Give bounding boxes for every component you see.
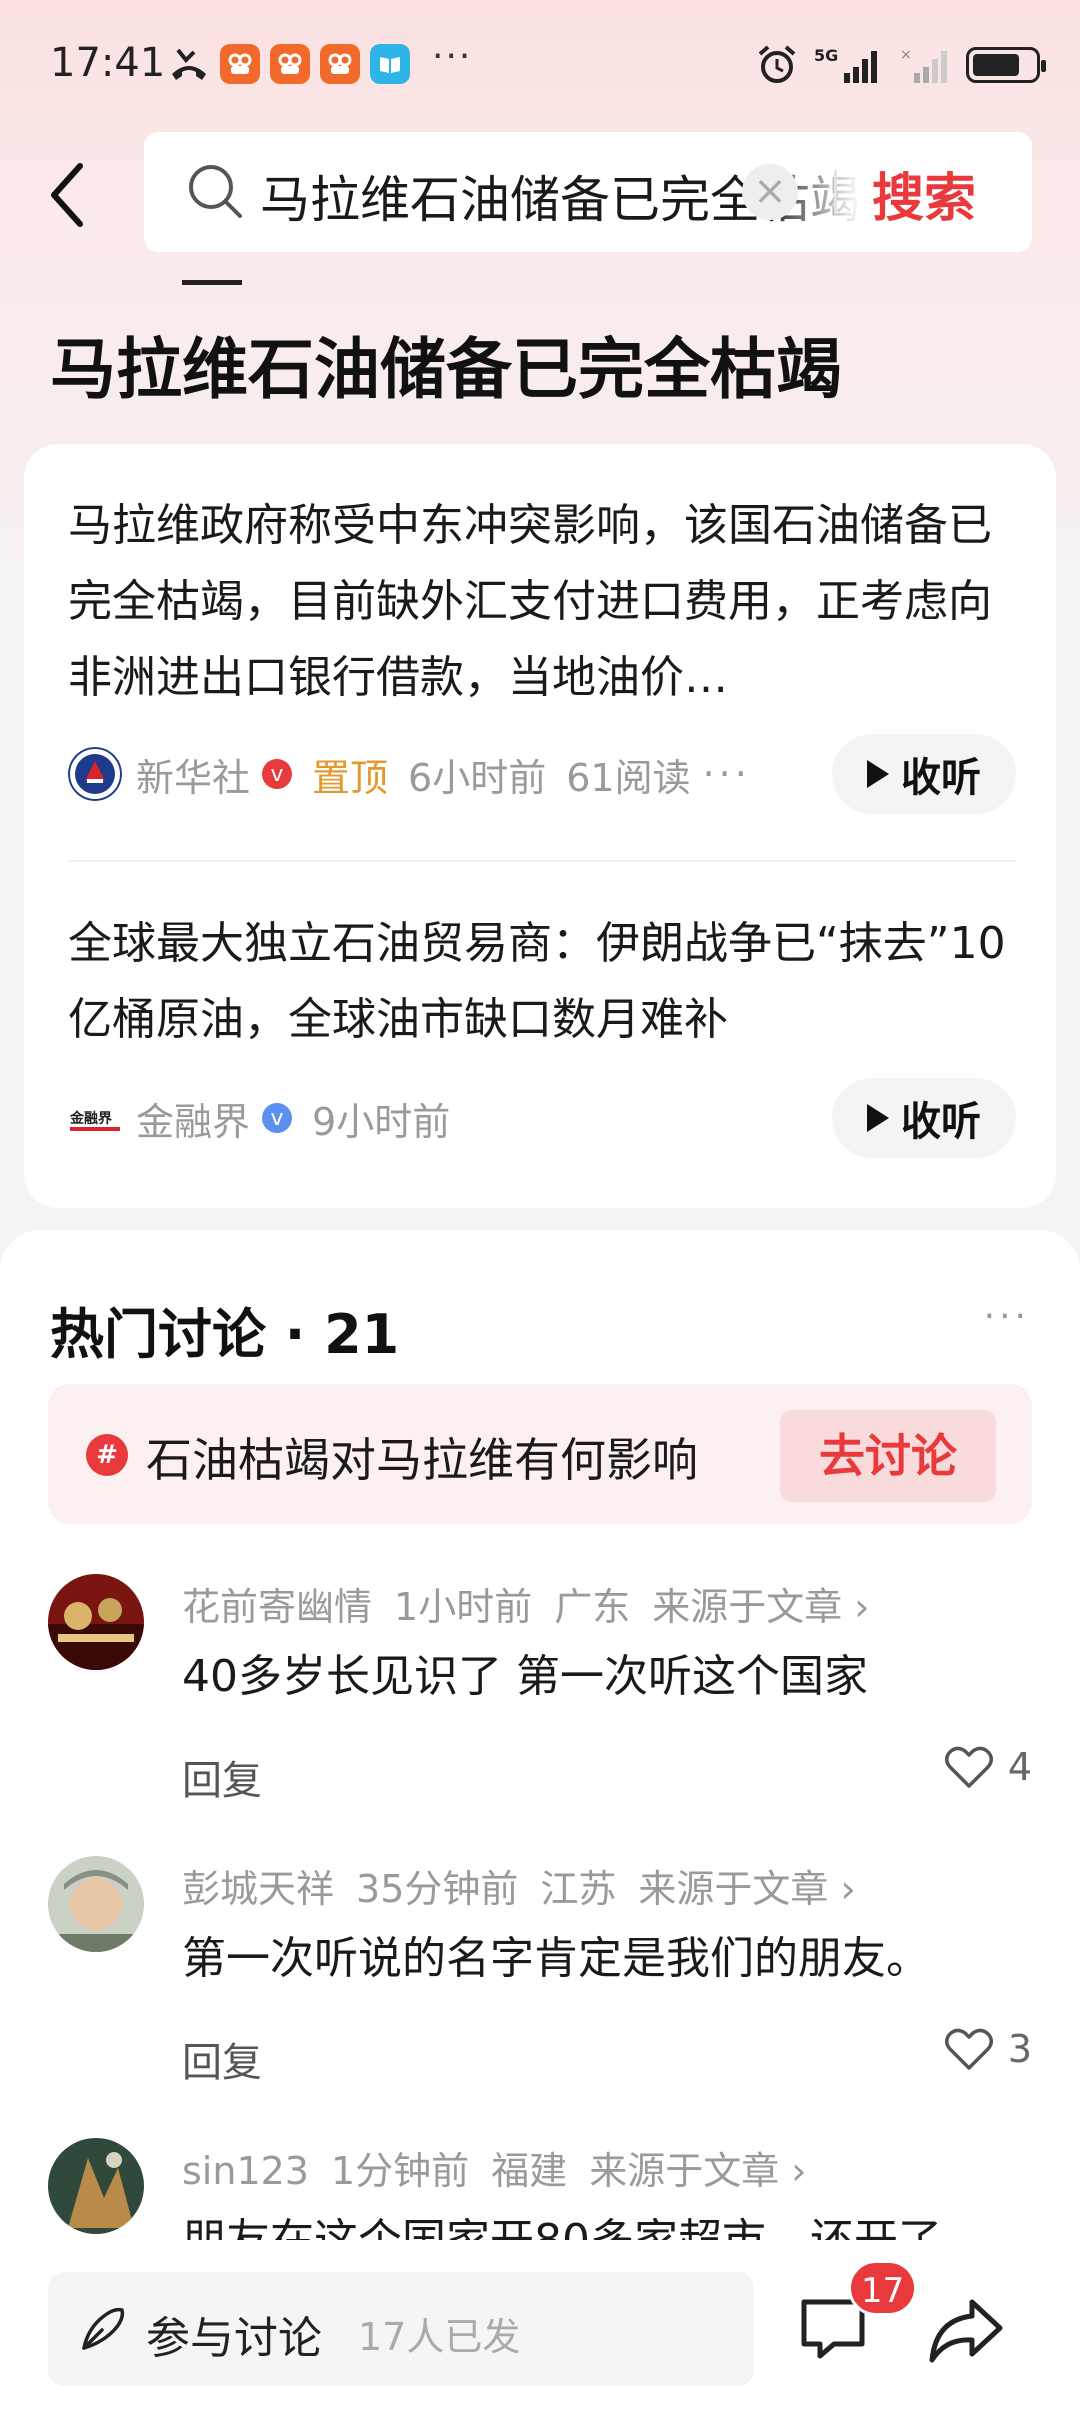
reply-button[interactable]: 回复 <box>182 2030 262 2088</box>
news-headline[interactable]: 马拉维政府称受中东冲突影响，该国石油储备已完全枯竭，目前缺外汇支付进口费用，正考… <box>68 488 1018 716</box>
page-title: 马拉维石油储备已完全枯竭 <box>50 331 842 408</box>
play-icon <box>867 760 889 788</box>
avatar[interactable] <box>48 2138 144 2234</box>
comment-item: 彭城天祥 35分钟前 江苏 来源于文章 › 第一次听说的名字肯定是我们的朋友。 回复 … <box>0 1856 1080 2126</box>
comment-time: 35分钟前 <box>356 1867 519 1911</box>
signal-5g-icon: 5G <box>814 46 877 83</box>
comment-meta: 彭城天祥 35分钟前 江苏 来源于文章 › <box>182 1858 856 1913</box>
news-item[interactable]: 马拉维政府称受中东冲突影响，该国石油储备已完全枯竭，目前缺外汇支付进口费用，正考… <box>68 488 1018 716</box>
like-button[interactable]: 4 <box>944 1744 1032 1790</box>
avatar[interactable] <box>48 1574 144 1670</box>
xinhua-logo <box>68 747 122 801</box>
comment-text[interactable]: 40多岁长见识了 第一次听这个国家 <box>182 1640 868 1704</box>
app-notification-icon <box>320 44 360 84</box>
missed-call-icon <box>172 48 206 80</box>
discussion-title: 热门讨论 · 21 <box>50 1303 400 1366</box>
join-label: 参与讨论 <box>146 2313 322 2364</box>
news-source[interactable]: 金融界 <box>136 1091 250 1146</box>
more-icon[interactable]: ··· <box>703 752 751 796</box>
comment-user[interactable]: sin123 <box>182 2149 309 2193</box>
notification-icons <box>168 44 410 84</box>
heart-icon <box>944 2028 993 2070</box>
search-box[interactable]: 马拉维石油储备已完全枯竭 × 搜索 <box>144 132 1032 252</box>
comment-meta: 花前寄幽情 1小时前 广东 来源于文章 › <box>182 1576 870 1631</box>
comment-user[interactable]: 花前寄幽情 <box>182 1585 372 1629</box>
news-headline[interactable]: 全球最大独立石油贸易商：伊朗战争已“抹去”10亿桶原油，全球油市缺口数月难补 <box>68 906 1018 1058</box>
pinned-badge: 置顶 <box>312 755 389 800</box>
news-card: 马拉维政府称受中东冲突影响，该国石油储备已完全枯竭，目前缺外汇支付进口费用，正考… <box>24 444 1056 1208</box>
news-source[interactable]: 新华社 <box>136 747 250 802</box>
topic-text[interactable]: 石油枯竭对马拉维有何影响 <box>146 1424 698 1490</box>
comment-time: 1小时前 <box>394 1585 533 1629</box>
comment-meta: sin123 1分钟前 福建 来源于文章 › <box>182 2140 806 2195</box>
comment-location: 江苏 <box>540 1867 617 1911</box>
back-arrow-icon[interactable] <box>44 160 94 230</box>
play-icon <box>867 1104 889 1132</box>
go-discuss-button[interactable]: 去讨论 <box>780 1410 996 1502</box>
clear-icon[interactable]: × <box>742 164 798 220</box>
verified-icon: v <box>262 759 293 789</box>
like-button[interactable]: 3 <box>944 2026 1032 2072</box>
share-icon[interactable] <box>928 2296 1004 2366</box>
listen-button[interactable]: 收听 <box>832 734 1016 814</box>
comment-time: 1分钟前 <box>330 2149 470 2193</box>
bottom-bar: 参与讨论 17人已发 17 <box>0 2240 1080 2412</box>
join-discussion-input[interactable]: 参与讨论 17人已发 <box>48 2272 754 2386</box>
comment-source-link[interactable]: 来源于文章 › <box>589 2149 806 2193</box>
reader-app-icon <box>370 44 410 84</box>
comment-location: 福建 <box>491 2149 568 2193</box>
verified-icon: v <box>262 1103 293 1133</box>
status-bar: 17:41 ··· 5G × <box>0 0 1080 130</box>
heart-icon <box>944 1746 993 1788</box>
comment-item: 花前寄幽情 1小时前 广东 来源于文章 › 40多岁长见识了 第一次听这个国家 回复 … <box>0 1574 1080 1844</box>
title-dash <box>182 280 242 285</box>
hashtag-icon: # <box>86 1434 128 1476</box>
news-time: 6小时前 <box>408 755 547 800</box>
like-count: 3 <box>1007 2027 1032 2071</box>
topic-card[interactable]: # 石油枯竭对马拉维有何影响 去讨论 <box>48 1384 1032 1524</box>
comment-text[interactable]: 第一次听说的名字肯定是我们的朋友。 <box>182 1922 930 1986</box>
avatar[interactable] <box>48 1856 144 1952</box>
like-count: 4 <box>1007 1745 1032 1789</box>
comment-count-badge: 17 <box>848 2260 918 2316</box>
svg-text:金融界: 金融界 <box>69 1110 113 1127</box>
news-divider <box>68 860 1016 862</box>
svg-text:×: × <box>900 47 912 63</box>
listen-button[interactable]: 收听 <box>832 1078 1016 1158</box>
pen-icon <box>82 2307 125 2350</box>
comment-user[interactable]: 彭城天祥 <box>182 1867 334 1911</box>
alarm-icon <box>758 45 796 83</box>
status-time: 17:41 <box>50 40 166 86</box>
search-divider <box>834 170 837 214</box>
join-count: 17人已发 <box>358 2315 521 2359</box>
news-time: 9小时前 <box>312 1099 451 1144</box>
listen-label: 收听 <box>901 755 981 801</box>
system-icons: 5G × <box>756 44 1046 86</box>
news-reads: 61阅读 <box>566 755 691 800</box>
comment-location: 广东 <box>554 1585 631 1629</box>
more-icon[interactable]: ··· <box>984 1296 1030 1337</box>
jrj-logo: 金融界 <box>68 1091 122 1145</box>
battery-icon <box>966 47 1046 83</box>
listen-label: 收听 <box>901 1099 981 1145</box>
hot-discussion-panel: 热门讨论 · 21 ··· # 石油枯竭对马拉维有何影响 去讨论 花前寄幽情 1小… <box>0 1230 1080 2412</box>
comment-source-link[interactable]: 来源于文章 › <box>638 1867 855 1911</box>
signal-weak-icon: × <box>900 47 947 83</box>
comment-source-link[interactable]: 来源于文章 › <box>652 1585 869 1629</box>
search-icon <box>189 165 242 218</box>
svg-text:5G: 5G <box>814 46 838 65</box>
reply-button[interactable]: 回复 <box>182 1748 262 1806</box>
news-item[interactable]: 全球最大独立石油贸易商：伊朗战争已“抹去”10亿桶原油，全球油市缺口数月难补 <box>68 906 1018 1058</box>
app-notification-icon <box>220 44 260 84</box>
status-more: ··· <box>432 36 473 77</box>
app-notification-icon <box>270 44 310 84</box>
search-button[interactable]: 搜索 <box>872 156 976 231</box>
